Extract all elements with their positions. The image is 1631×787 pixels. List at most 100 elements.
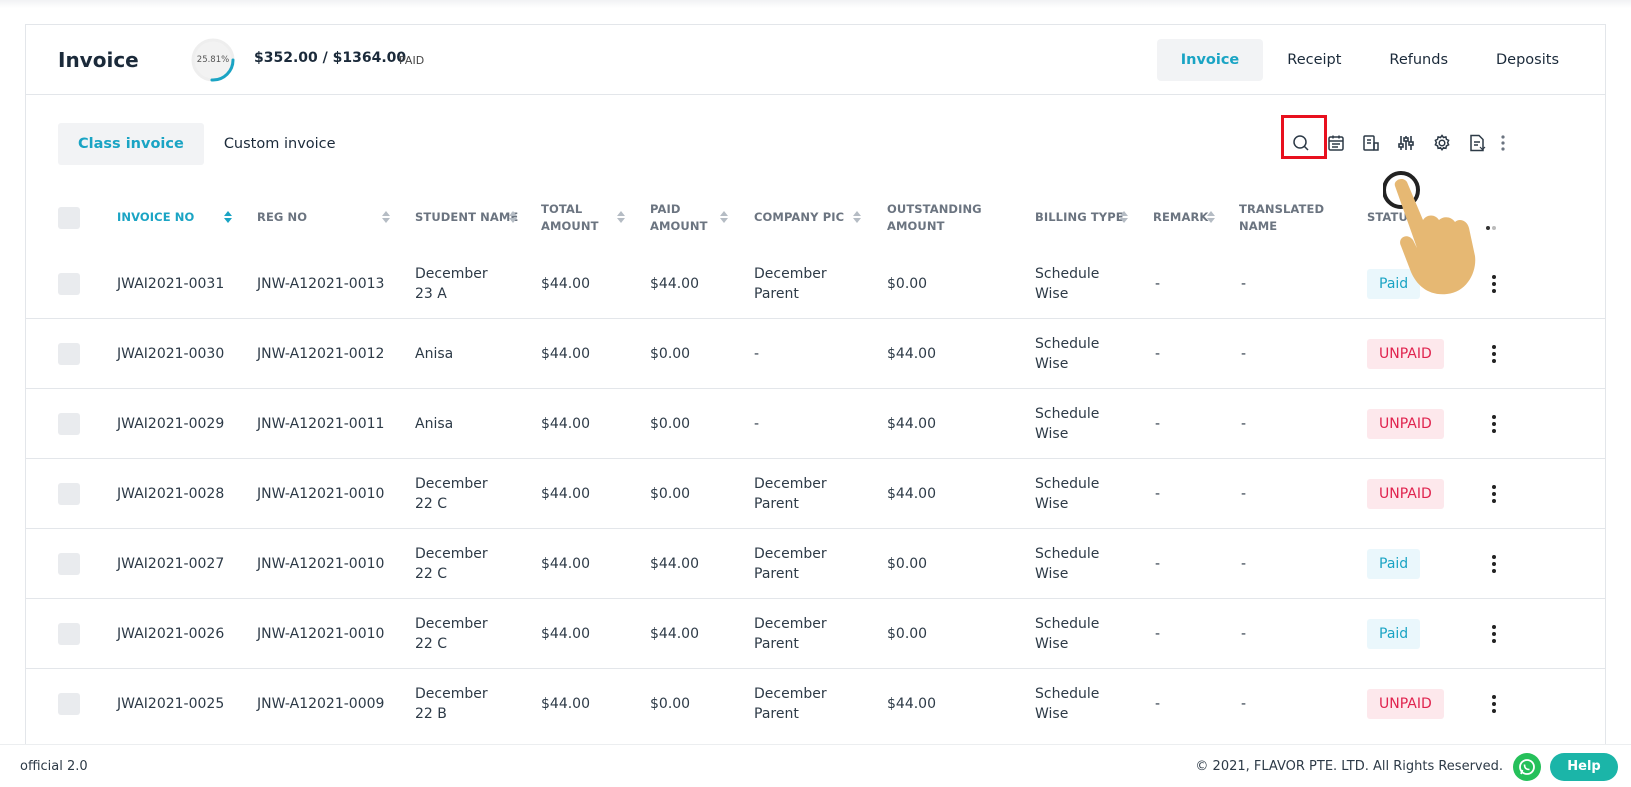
column-translated-name[interactable]: TRANSLATED NAME <box>1239 201 1329 235</box>
sort-remark-icon[interactable] <box>1207 211 1215 225</box>
billing-type: Schedule Wise <box>1035 266 1100 302</box>
column-company-pic[interactable]: COMPANY PIC <box>754 209 844 226</box>
company-pic: December Parent <box>754 546 827 582</box>
total-amount: $44.00 <box>541 276 590 292</box>
row-actions-icon[interactable] <box>1492 695 1496 713</box>
row-checkbox[interactable] <box>58 413 80 435</box>
invoice-no[interactable]: JWAI2021-0029 <box>117 414 224 434</box>
total-amount: $44.00 <box>541 346 590 362</box>
table-row[interactable]: JWAI2021-0028 JNW-A12021-0010 December 2… <box>26 459 1605 529</box>
outstanding-amount: $0.00 <box>887 276 928 292</box>
column-outstanding-amount[interactable]: OUTSTANDING AMOUNT <box>887 201 1007 235</box>
invoice-card: Invoice 25.81% $352.00 / $1364.00 PAID I… <box>25 24 1606 744</box>
paid-amount: $44.00 <box>650 626 699 642</box>
translated-name: - <box>1241 276 1247 292</box>
column-remark[interactable]: REMARK <box>1153 209 1208 226</box>
reg-no: JNW-A12021-0013 <box>257 276 385 292</box>
column-paid-amount[interactable]: PAID AMOUNT <box>650 201 710 235</box>
company-pic: December Parent <box>754 686 827 722</box>
copyright-text: © 2021, FLAVOR PTE. LTD. All Rights Rese… <box>1195 759 1503 774</box>
sort-company-pic-icon[interactable] <box>853 211 861 225</box>
whatsapp-icon[interactable] <box>1513 753 1541 781</box>
page-title: Invoice <box>58 48 139 72</box>
table-row[interactable]: JWAI2021-0027 JNW-A12021-0010 December 2… <box>26 529 1605 599</box>
paid-amount: $0.00 <box>650 346 691 362</box>
tab-invoice[interactable]: Invoice <box>1156 39 1264 81</box>
remark: - <box>1155 556 1161 572</box>
invoice-no[interactable]: JWAI2021-0028 <box>117 484 224 504</box>
row-checkbox[interactable] <box>58 343 80 365</box>
remark: - <box>1155 486 1161 502</box>
calendar-icon[interactable] <box>1324 131 1348 155</box>
billing-type: Schedule Wise <box>1035 336 1100 372</box>
invoice-no[interactable]: JWAI2021-0027 <box>117 554 224 574</box>
total-amount: $44.00 <box>541 556 590 572</box>
tab-receipt[interactable]: Receipt <box>1263 39 1365 81</box>
tab-custom-invoice[interactable]: Custom invoice <box>204 123 356 165</box>
column-total-amount[interactable]: TOTAL AMOUNT <box>541 201 601 235</box>
column-reg-no[interactable]: REG NO <box>257 209 307 226</box>
total-amount: $44.00 <box>541 626 590 642</box>
row-actions-icon[interactable] <box>1492 555 1496 573</box>
table-row[interactable]: JWAI2021-0030 JNW-A12021-0012 Anisa $44.… <box>26 319 1605 389</box>
tab-deposits[interactable]: Deposits <box>1472 39 1583 81</box>
export-document-icon[interactable] <box>1465 131 1489 155</box>
reg-no: JNW-A12021-0009 <box>257 696 385 712</box>
row-actions-icon[interactable] <box>1492 415 1496 433</box>
column-billing-type[interactable]: BILLING TYPE <box>1035 209 1124 226</box>
more-vertical-icon[interactable] <box>1491 131 1515 155</box>
column-invoice-no[interactable]: INVOICE NO <box>117 209 194 226</box>
filter-sliders-icon[interactable] <box>1394 131 1418 155</box>
outstanding-amount: $0.00 <box>887 626 928 642</box>
column-student-name[interactable]: STUDENT NAME <box>415 209 518 226</box>
student-name: December 22 B <box>415 686 488 722</box>
invoice-no[interactable]: JWAI2021-0030 <box>117 344 224 364</box>
row-checkbox[interactable] <box>58 553 80 575</box>
sort-reg-no-icon[interactable] <box>382 211 390 225</box>
tab-refunds[interactable]: Refunds <box>1365 39 1472 81</box>
total-amount: $44.00 <box>541 696 590 712</box>
sort-billing-type-icon[interactable] <box>1120 211 1128 225</box>
row-checkbox[interactable] <box>58 693 80 715</box>
top-tabs: Invoice Receipt Refunds Deposits <box>1156 39 1583 81</box>
report-icon[interactable] <box>1359 131 1383 155</box>
gear-icon[interactable] <box>1430 131 1454 155</box>
sort-student-name-icon[interactable] <box>509 211 517 225</box>
outstanding-amount: $44.00 <box>887 486 936 502</box>
row-actions-icon[interactable] <box>1492 485 1496 503</box>
sort-total-amount-icon[interactable] <box>617 211 625 225</box>
student-name: December 22 C <box>415 546 488 582</box>
invoice-no[interactable]: JWAI2021-0025 <box>117 694 224 714</box>
invoice-no[interactable]: JWAI2021-0026 <box>117 624 224 644</box>
paid-amount: $0.00 <box>650 416 691 432</box>
billing-type: Schedule Wise <box>1035 686 1100 722</box>
reg-no: JNW-A12021-0010 <box>257 486 385 502</box>
top-shadow <box>0 0 1631 8</box>
pointing-hand-icon <box>1383 171 1476 295</box>
remark: - <box>1155 696 1161 712</box>
paid-progress-ring: 25.81% <box>190 37 236 83</box>
table-row[interactable]: JWAI2021-0026 JNW-A12021-0010 December 2… <box>26 599 1605 669</box>
row-checkbox[interactable] <box>58 273 80 295</box>
row-checkbox[interactable] <box>58 483 80 505</box>
row-checkbox[interactable] <box>58 623 80 645</box>
select-all-checkbox[interactable] <box>58 207 80 229</box>
billing-type: Schedule Wise <box>1035 546 1100 582</box>
table-row[interactable]: JWAI2021-0029 JNW-A12021-0011 Anisa $44.… <box>26 389 1605 459</box>
row-actions-icon[interactable] <box>1492 625 1496 643</box>
status-badge: Paid <box>1367 549 1421 579</box>
remark: - <box>1155 626 1161 642</box>
outstanding-amount: $44.00 <box>887 696 936 712</box>
paid-label: PAID <box>399 54 425 67</box>
billing-type: Schedule Wise <box>1035 406 1100 442</box>
help-button[interactable]: Help <box>1550 753 1618 781</box>
row-actions-icon[interactable] <box>1492 345 1496 363</box>
tab-class-invoice[interactable]: Class invoice <box>58 123 204 165</box>
reg-no: JNW-A12021-0010 <box>257 626 385 642</box>
sort-paid-amount-icon[interactable] <box>720 211 728 225</box>
table-row[interactable]: JWAI2021-0025 JNW-A12021-0009 December 2… <box>26 669 1605 739</box>
status-badge: UNPAID <box>1367 479 1444 509</box>
invoice-no[interactable]: JWAI2021-0031 <box>117 274 224 294</box>
table-row[interactable]: JWAI2021-0031 JNW-A12021-0013 December 2… <box>26 249 1605 319</box>
sort-invoice-no-icon[interactable] <box>224 211 232 225</box>
